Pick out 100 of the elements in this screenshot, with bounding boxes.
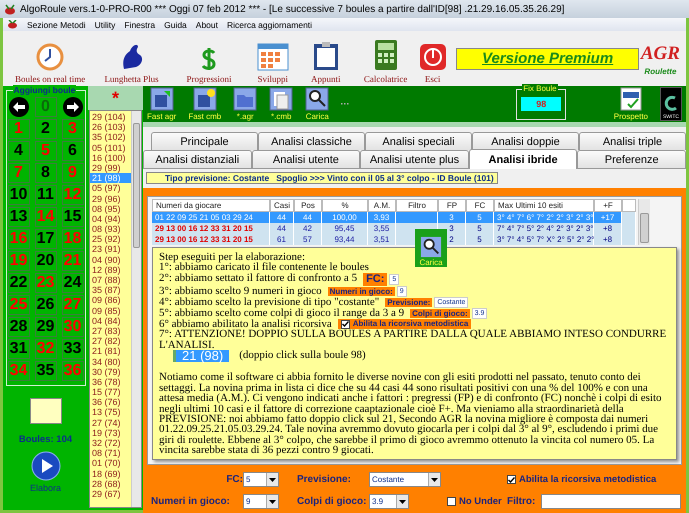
no-under-checkbox[interactable]: No Under: [447, 496, 507, 508]
list-item[interactable]: 21 (81): [90, 346, 131, 356]
list-item[interactable]: 08 (95): [90, 204, 131, 214]
list-item[interactable]: 29 (104): [90, 112, 131, 122]
toolbar-button[interactable]: Esci: [416, 34, 448, 84]
toolbar-button[interactable]: Carica: [305, 87, 330, 121]
fc-dropdown[interactable]: 5: [243, 472, 279, 488]
list-item[interactable]: 36 (78): [90, 376, 131, 388]
list-item[interactable]: 08 (71): [90, 448, 131, 458]
number-cell[interactable]: 31: [8, 339, 30, 359]
list-item[interactable]: 29 (96): [90, 194, 131, 204]
tab[interactable]: Analisi speciali: [365, 132, 472, 150]
list-item[interactable]: 07 (88): [90, 275, 131, 286]
numbers-dropdown[interactable]: 9: [243, 494, 279, 510]
toolbar-button[interactable]: Calcolatrice: [354, 34, 417, 84]
number-cell[interactable]: 2: [34, 119, 56, 139]
menu-item[interactable]: Ricerca aggiornamenti: [227, 20, 312, 30]
list-item[interactable]: 01 (70): [90, 458, 131, 469]
left-arrow-button[interactable]: [8, 97, 30, 117]
list-item[interactable]: 04 (84): [90, 316, 131, 326]
menu-item[interactable]: Guida: [164, 20, 187, 30]
toolbar-button[interactable]: Fast cmb: [188, 87, 222, 121]
list-item[interactable]: 13 (75): [90, 407, 131, 418]
toolbar-button[interactable]: Appunti: [297, 34, 354, 84]
list-item[interactable]: 27 (74): [90, 418, 131, 428]
list-item[interactable]: 08 (93): [90, 224, 131, 234]
number-cell[interactable]: 6: [62, 141, 84, 161]
number-cell[interactable]: 8: [34, 163, 56, 183]
number-cell[interactable]: 11: [34, 185, 56, 205]
list-item[interactable]: 12 (89): [90, 264, 131, 275]
step-text: 3°: abbiamo scelto 9 numeri in gioco: [159, 286, 322, 296]
list-item[interactable]: 28 (68): [90, 478, 131, 489]
power-icon: [418, 42, 447, 70]
shots-dropdown[interactable]: 3.9: [369, 494, 409, 510]
list-item[interactable]: 05 (97): [90, 183, 131, 194]
report-button[interactable]: Prospetto: [614, 87, 648, 121]
tab[interactable]: Analisi utente: [252, 150, 360, 168]
filter-field[interactable]: [541, 494, 682, 510]
list-item[interactable]: 04 (90): [90, 254, 131, 265]
tab[interactable]: Principale: [151, 132, 258, 150]
list-item[interactable]: 27 (83): [90, 326, 131, 336]
tab[interactable]: Analisi classiche: [258, 132, 365, 150]
list-item[interactable]: 35 (87): [90, 285, 131, 296]
list-item[interactable]: 30 (79): [90, 366, 131, 377]
number-cell[interactable]: 13: [8, 207, 30, 227]
list-item[interactable]: 29 (67): [90, 488, 131, 500]
list-item[interactable]: 04 (94): [90, 214, 131, 224]
list-item[interactable]: 36 (76): [90, 397, 131, 408]
number-cell[interactable]: 20: [34, 251, 56, 271]
list-item[interactable]: 25 (92): [90, 234, 131, 244]
tab[interactable]: Preferenze: [577, 150, 686, 168]
group-title: Aggiungi boule: [12, 85, 76, 95]
number-cell[interactable]: 15: [62, 207, 84, 227]
toolbar-button[interactable]: Boules on real time: [7, 34, 94, 84]
toolbar-button[interactable]: *.cmb: [269, 87, 294, 121]
number-cell[interactable]: 26: [34, 295, 56, 315]
table-cell: 42: [294, 223, 322, 234]
toolbar-button[interactable]: Lunghetta Plus: [93, 34, 170, 84]
table-cell: 3° 4° 7° 6° 7° 2° 2° 3° 2° 3°: [494, 212, 594, 223]
toolbar-button[interactable]: *.agr: [233, 87, 258, 121]
number-cell[interactable]: 17: [34, 229, 56, 249]
number-cell[interactable]: 33: [62, 339, 84, 359]
toolbar-button[interactable]: Progressioni: [170, 34, 248, 84]
list-item[interactable]: 32 (72): [90, 438, 131, 448]
tab[interactable]: Analisi doppie: [472, 132, 579, 150]
number-cell[interactable]: 28: [8, 317, 30, 337]
tab[interactable]: Analisi ibride: [468, 149, 578, 169]
table-row[interactable]: 29 13 00 16 12 33 31 20 15 61 57 93,44 3,51 2 5 3° 7° 4° 5° 7° X° 2° 5° 2° 2° +8: [152, 234, 636, 245]
number-cell[interactable]: 4: [8, 141, 30, 161]
list-item[interactable]: 27 (82): [90, 336, 131, 346]
toolbar-button[interactable]: Fast agr: [147, 87, 176, 121]
right-arrow-button[interactable]: [62, 97, 84, 117]
tab[interactable]: Analisi utente plus: [360, 150, 469, 168]
list-item[interactable]: 19 (73): [90, 428, 131, 438]
list-item[interactable]: 09 (85): [90, 306, 131, 316]
toolbar-button[interactable]: Sviluppi: [248, 34, 298, 84]
list-item[interactable]: 16 (100): [90, 152, 131, 163]
list-item[interactable]: 34 (80): [90, 356, 131, 367]
forecast-dropdown[interactable]: Costante: [369, 472, 441, 488]
menu-item[interactable]: Finestra: [124, 20, 156, 30]
menu-item[interactable]: Utility: [94, 20, 116, 30]
list-item[interactable]: 29 (99): [90, 162, 131, 174]
menu-item[interactable]: Sezione Metodi: [27, 20, 86, 30]
list-item[interactable]: 18 (69): [90, 468, 131, 479]
number-cell[interactable]: 22: [8, 273, 30, 293]
number-cell[interactable]: 35: [34, 361, 56, 381]
tab[interactable]: Analisi triple: [579, 132, 686, 150]
number-cell[interactable]: 29: [34, 317, 56, 337]
number-cell[interactable]: 10: [8, 185, 30, 205]
menu-item[interactable]: About: [196, 20, 218, 30]
list-item[interactable]: 35 (102): [90, 132, 131, 143]
list-item[interactable]: 09 (86): [90, 295, 131, 306]
tab[interactable]: Analisi distanziali: [143, 150, 252, 168]
recursive-checkbox[interactable]: Abilita la ricorsiva metodistica: [507, 474, 677, 486]
run-button[interactable]: Elabora: [30, 451, 62, 493]
list-item[interactable]: 26 (103): [90, 122, 131, 132]
list-item[interactable]: 23 (91): [90, 244, 131, 255]
list-item[interactable]: 05 (101): [90, 142, 131, 153]
list-item[interactable]: 15 (77): [90, 387, 131, 398]
number-cell[interactable]: 24: [62, 273, 84, 293]
